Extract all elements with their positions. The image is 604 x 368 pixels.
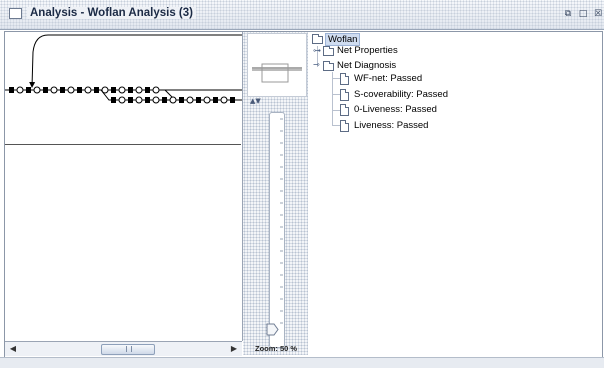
document-icon: [340, 73, 349, 85]
folder-icon: [323, 46, 334, 56]
places: [16, 86, 228, 104]
petri-net-graph: [5, 34, 242, 104]
feedback-arc: [29, 34, 242, 88]
window-icon: [9, 8, 22, 19]
overview-graph: [252, 63, 302, 83]
slider-ticks: [280, 118, 283, 324]
window-title: Analysis - Woflan Analysis (3): [27, 7, 196, 19]
graph-pane[interactable]: [5, 32, 243, 341]
document-icon: [340, 120, 349, 132]
zoom-slider-thumb[interactable]: [266, 323, 279, 336]
folder-icon: [312, 34, 323, 44]
tree-leaf-wf-net[interactable]: WF-net: Passed: [354, 73, 422, 84]
diagnosis-tree[interactable]: Woflan ⊶ Net Properties ⊸ Net Diagnosis …: [309, 32, 601, 355]
expand-handle-icon[interactable]: ⊶: [313, 46, 321, 55]
zoom-slider[interactable]: [269, 112, 285, 348]
scroll-left-icon[interactable]: ◀: [7, 343, 19, 354]
graph-divider: [5, 144, 241, 145]
tree-leaf-liveness[interactable]: Liveness: Passed: [354, 120, 428, 131]
status-bar: [0, 357, 604, 368]
collapse-handle-icon[interactable]: ⊸: [313, 60, 320, 69]
horizontal-scrollbar[interactable]: ◀ ▶: [5, 341, 242, 356]
overview-thumbnail[interactable]: [247, 33, 307, 97]
tree-leaf-0-liveness[interactable]: 0-Liveness: Passed: [354, 104, 437, 115]
tree-item-net-properties[interactable]: Net Properties: [337, 45, 398, 56]
tree-item-net-diagnosis[interactable]: Net Diagnosis: [337, 60, 396, 71]
document-icon: [340, 104, 349, 116]
title-bar[interactable]: Analysis - Woflan Analysis (3) ⧉ □ ☒: [0, 0, 604, 30]
close-icon[interactable]: ☒: [592, 8, 604, 20]
scroll-thumb[interactable]: [101, 344, 155, 355]
folder-icon: [323, 61, 334, 71]
maximize-icon[interactable]: □: [577, 8, 589, 20]
document-icon: [340, 89, 349, 101]
restore-icon[interactable]: ⧉: [562, 8, 574, 20]
collapse-arrows-icon[interactable]: ▲▼: [250, 97, 261, 105]
tree-leaf-s-coverability[interactable]: S-coverability: Passed: [354, 89, 448, 100]
scroll-right-icon[interactable]: ▶: [228, 343, 240, 354]
zoom-label: Zoom: 50 %: [255, 344, 298, 353]
